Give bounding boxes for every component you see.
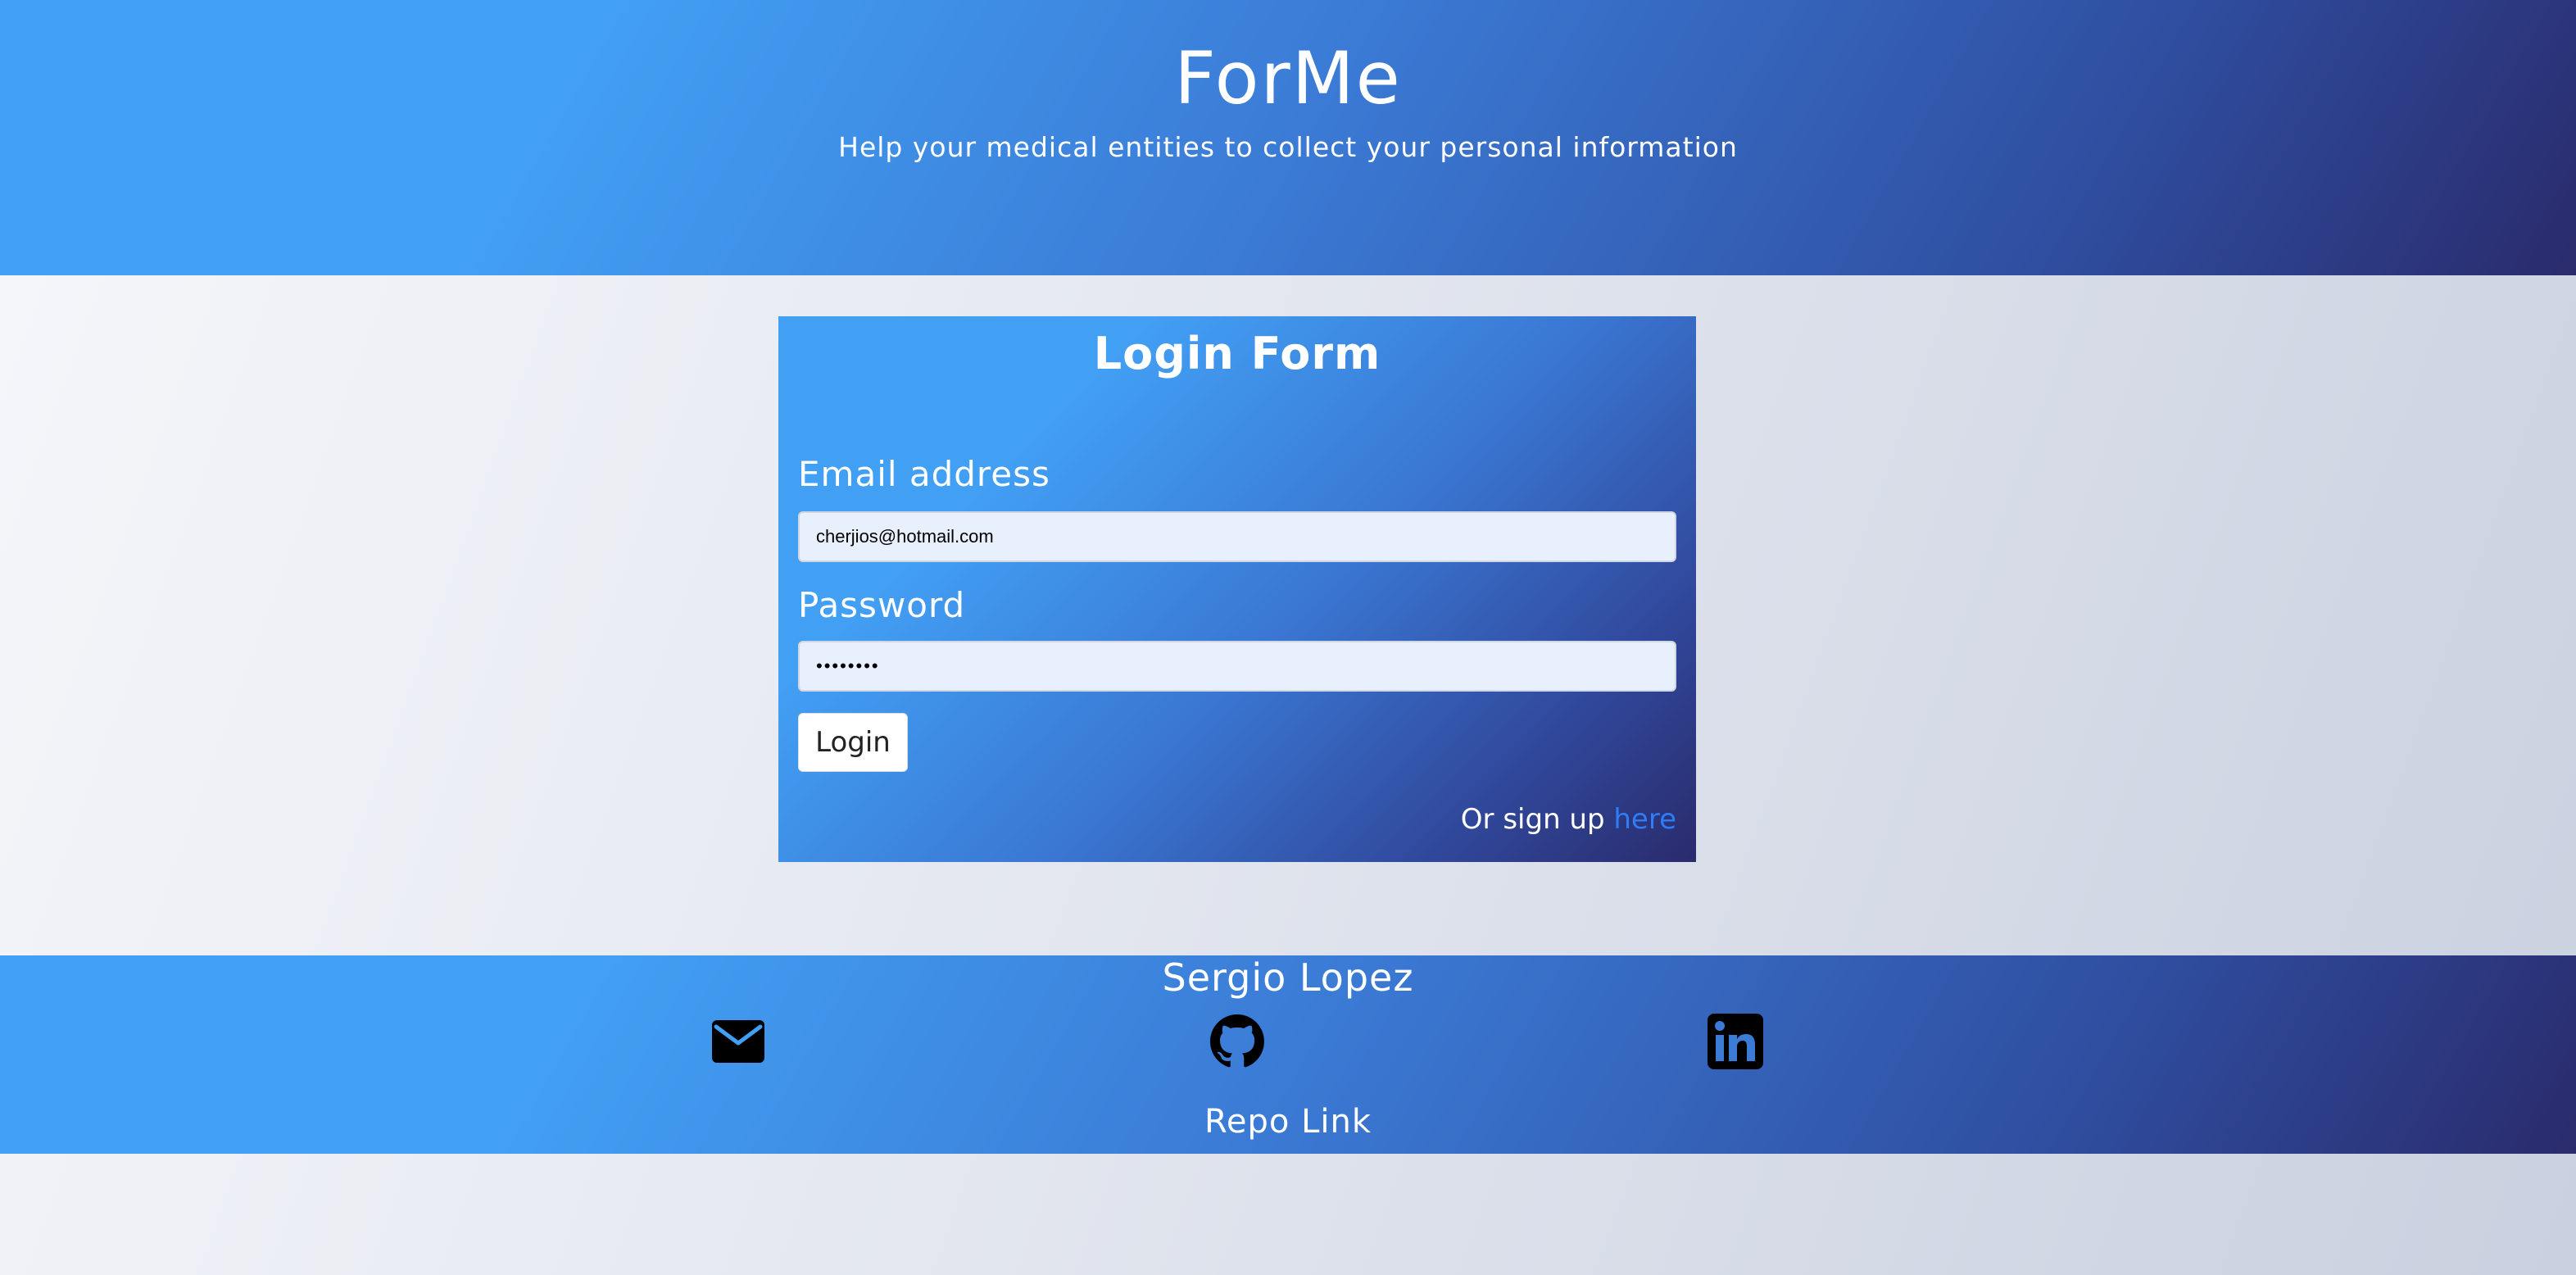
- login-form-card: Login Form Email address Password Login …: [778, 316, 1696, 862]
- signup-link[interactable]: here: [1613, 803, 1676, 836]
- mail-icon[interactable]: [710, 1013, 767, 1070]
- footer: Sergio Lopez Repo Link: [0, 955, 2576, 1154]
- github-icon[interactable]: [1209, 1013, 1266, 1070]
- app-subtitle: Help your medical entities to collect yo…: [838, 131, 1738, 163]
- author-name: Sergio Lopez: [1162, 955, 1414, 1000]
- signup-text: Or sign up: [1460, 803, 1614, 836]
- email-label: Email address: [798, 454, 1050, 494]
- app-title: ForMe: [1174, 36, 1402, 120]
- password-input[interactable]: [798, 641, 1676, 692]
- linkedin-icon[interactable]: [1707, 1013, 1764, 1070]
- password-label: Password: [798, 585, 966, 625]
- login-form-title: Login Form: [1093, 328, 1381, 379]
- signup-prompt: Or sign up here: [1461, 803, 1676, 836]
- header-banner: ForMe Help your medical entities to coll…: [0, 0, 2576, 275]
- login-button[interactable]: Login: [798, 713, 908, 772]
- repo-link[interactable]: Repo Link: [0, 1103, 2576, 1141]
- email-input[interactable]: [798, 511, 1676, 562]
